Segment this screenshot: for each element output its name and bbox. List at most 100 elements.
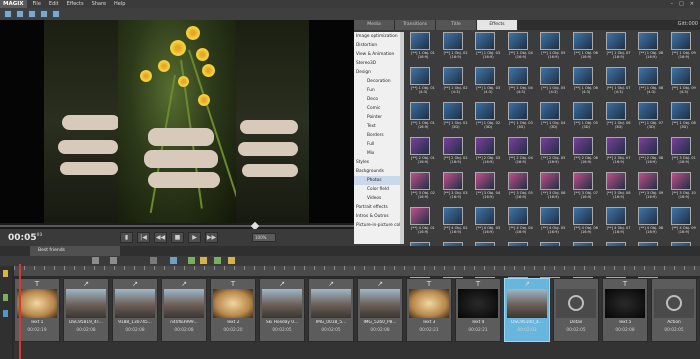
effect-thumbnail[interactable]: [**] 3 Obj. 10 (16:9): [667, 172, 697, 203]
effect-thumbnail[interactable]: [**] 1 Obj. 04 (4:3): [504, 67, 534, 98]
effect-thumbnail[interactable]: [**] 1 Obj. 04 (3D): [536, 102, 566, 133]
effect-thumbnail[interactable]: [**] 1 Obj. 05 (4:3): [536, 67, 566, 98]
menu-effects[interactable]: Effects: [67, 1, 84, 7]
timeline-ruler[interactable]: [14, 266, 700, 276]
progress-track[interactable]: [0, 225, 354, 227]
tree-item[interactable]: Color field: [354, 185, 400, 194]
effect-thumbnail[interactable]: [**] 2 Obj. 02 (16:9): [439, 137, 469, 168]
storyboard-clip[interactable]: T Text 5 00:02:08: [602, 278, 648, 342]
effect-thumbnail[interactable]: [**] 3 Obj. 08 (16:9): [602, 172, 632, 203]
tree-item[interactable]: Photos: [354, 176, 400, 185]
undo-icon[interactable]: [92, 257, 99, 264]
storyboard-clip[interactable]: ↗ DSC95100_4... 00:02:03: [504, 278, 550, 342]
effect-thumbnail[interactable]: [**] 1 Obj. 09 (16:9): [667, 32, 697, 63]
storyboard-clip[interactable]: ↗ IMG_5260_P8... 00:02:08: [357, 278, 403, 342]
menu-file[interactable]: File: [33, 1, 41, 7]
effect-thumbnail[interactable]: [**] 3 Obj. 04 (16:9): [471, 172, 501, 203]
effect-thumbnail[interactable]: [**] 1 Obj. 03 (4:3): [471, 67, 501, 98]
tab-media[interactable]: Media: [354, 20, 394, 30]
effect-thumbnail[interactable]: [**] 1 Obj. 02 (16:9): [439, 32, 469, 63]
effect-thumbnail[interactable]: [**] 1 Obj. 04 (16:9): [504, 32, 534, 63]
track-audio-icon[interactable]: [3, 294, 8, 301]
tab-transitions[interactable]: Transitions: [395, 20, 435, 30]
effect-thumbnail[interactable]: [**] 4 Obj. 01 (16:9): [406, 207, 436, 238]
effect-thumbnail[interactable]: [**] 4 Obj. 05 (16:9): [536, 207, 566, 238]
storyboard-clip[interactable]: ↗ IMG_0018_5... 00:02:05: [308, 278, 354, 342]
effect-thumbnail[interactable]: [**] 2 Obj. 05 (16:9): [536, 137, 566, 168]
tree-item[interactable]: Text: [354, 122, 400, 131]
effect-thumbnail[interactable]: [**] 1 Obj. 06 (16:9): [569, 32, 599, 63]
effect-thumbnail[interactable]: [**] 1 Obj. 05 (16:9): [536, 32, 566, 63]
effect-thumbnail[interactable]: [**] 1 Obj. 02 (4:3): [439, 67, 469, 98]
effect-thumbnail[interactable]: [**] 1 Obj. 08 (16:9): [634, 32, 664, 63]
effect-thumbnail[interactable]: [**] 1 Obj. 08 (4:3): [634, 67, 664, 98]
menu-edit[interactable]: Edit: [49, 1, 59, 7]
effect-thumbnail[interactable]: [**] 1 Obj. 05 (3D): [569, 102, 599, 133]
save-project-icon[interactable]: [28, 10, 36, 18]
redo-icon[interactable]: [110, 257, 117, 264]
tree-item[interactable]: Decoration: [354, 77, 400, 86]
tree-item[interactable]: View & Animation: [354, 50, 400, 59]
menu-share[interactable]: Share: [92, 1, 106, 7]
storyboard-tab-title[interactable]: Best friends: [30, 246, 120, 256]
tree-item[interactable]: Image optimization: [354, 32, 400, 41]
tree-scrollbar[interactable]: [400, 32, 404, 244]
effect-thumbnail[interactable]: [**] 1 Obj. 06 (3D): [602, 102, 632, 133]
storyboard-clip[interactable]: T Text 2 00:02:20: [210, 278, 256, 342]
cut-tool-icon[interactable]: ▮: [120, 232, 133, 243]
new-project-icon[interactable]: [4, 10, 12, 18]
menu-help[interactable]: Help: [114, 1, 125, 7]
open-project-icon[interactable]: [16, 10, 24, 18]
preview-zoom-select[interactable]: 100%: [252, 233, 276, 242]
effect-thumbnail[interactable]: [**] 4 Obj. 09 (16:9): [667, 207, 697, 238]
play-icon[interactable]: ▶: [188, 232, 201, 243]
storyboard-clip[interactable]: ↗ 9188_130745... 00:02:08: [112, 278, 158, 342]
effect-thumbnail[interactable]: [**] 4 Obj. 04 (16:9): [504, 207, 534, 238]
tree-item[interactable]: Full: [354, 140, 400, 149]
effect-thumbnail[interactable]: [**] 2 Obj. 04 (16:9): [504, 137, 534, 168]
effect-thumbnail[interactable]: [**] 1 Obj. 02 (3D): [471, 102, 501, 133]
tree-item[interactable]: Borders: [354, 131, 400, 140]
cut-icon[interactable]: [170, 257, 177, 264]
track-video-icon[interactable]: [3, 310, 8, 317]
effect-thumbnail[interactable]: [**] 1 Obj. 07 (4:3): [602, 67, 632, 98]
effect-thumbnail[interactable]: [**] 3 Obj. 05 (16:9): [504, 172, 534, 203]
effect-thumbnail[interactable]: [**] 3 Obj. 01 (16:9): [667, 137, 697, 168]
effect-thumbnail[interactable]: [**] 1 Obj. 01 (4:3): [406, 67, 436, 98]
go-start-icon[interactable]: |◀: [137, 232, 150, 243]
storyboard-clip[interactable]: ↗ DSC95819_4T... 00:02:08: [63, 278, 109, 342]
effect-thumbnail[interactable]: [**] 1 Obj. 01 (16:9): [406, 102, 436, 133]
close-button[interactable]: ×: [690, 1, 694, 7]
stop-icon[interactable]: ■: [171, 232, 184, 243]
minimize-button[interactable]: –: [671, 1, 674, 7]
tree-item[interactable]: Mix: [354, 149, 400, 158]
effect-thumbnail[interactable]: [**] 3 Obj. 02 (16:9): [406, 172, 436, 203]
storyboard-clip[interactable]: Detail 00:02:05: [553, 278, 599, 342]
track-marker-icon[interactable]: [3, 270, 8, 277]
tree-item[interactable]: Pointer: [354, 113, 400, 122]
effect-thumbnail[interactable]: [**] 3 Obj. 07 (16:9): [569, 172, 599, 203]
effect-thumbnail[interactable]: [**] 3 Obj. 06 (16:9): [536, 172, 566, 203]
effect-thumbnail[interactable]: [**] 1 Obj. 08 (3D): [667, 102, 697, 133]
effect-thumbnail[interactable]: [**] 3 Obj. 09 (16:9): [634, 172, 664, 203]
effect-thumbnail[interactable]: [**] 1 Obj. 07 (3D): [634, 102, 664, 133]
storyboard-clip[interactable]: Action 00:02:05: [651, 278, 697, 342]
tree-item[interactable]: Portrait effects: [354, 203, 400, 212]
storyboard-clip[interactable]: T Text 4 00:02:21: [455, 278, 501, 342]
effect-thumbnail[interactable]: [**] 1 Obj. 09 (4:3): [667, 67, 697, 98]
tree-item[interactable]: Videos: [354, 194, 400, 203]
effect-thumbnail[interactable]: [**] 2 Obj. 07 (16:9): [602, 137, 632, 168]
marker-icon[interactable]: [200, 257, 207, 264]
storyboard-clip[interactable]: T Text 3 00:02:21: [406, 278, 452, 342]
tree-item[interactable]: Backgrounds: [354, 167, 400, 176]
effect-thumbnail[interactable]: [**] 1 Obj. 01 (16:9): [406, 32, 436, 63]
delete-icon[interactable]: [150, 257, 157, 264]
effect-thumbnail[interactable]: [**] 2 Obj. 03 (16:9): [471, 137, 501, 168]
tree-item[interactable]: Styles: [354, 158, 400, 167]
next-frame-icon[interactable]: ▶▶: [205, 232, 218, 243]
split-icon[interactable]: [188, 257, 195, 264]
tab-title[interactable]: Title: [436, 20, 476, 30]
effect-thumbnail[interactable]: [**] 4 Obj. 03 (16:9): [471, 207, 501, 238]
playhead[interactable]: [19, 264, 21, 359]
redo-icon[interactable]: [52, 10, 60, 18]
